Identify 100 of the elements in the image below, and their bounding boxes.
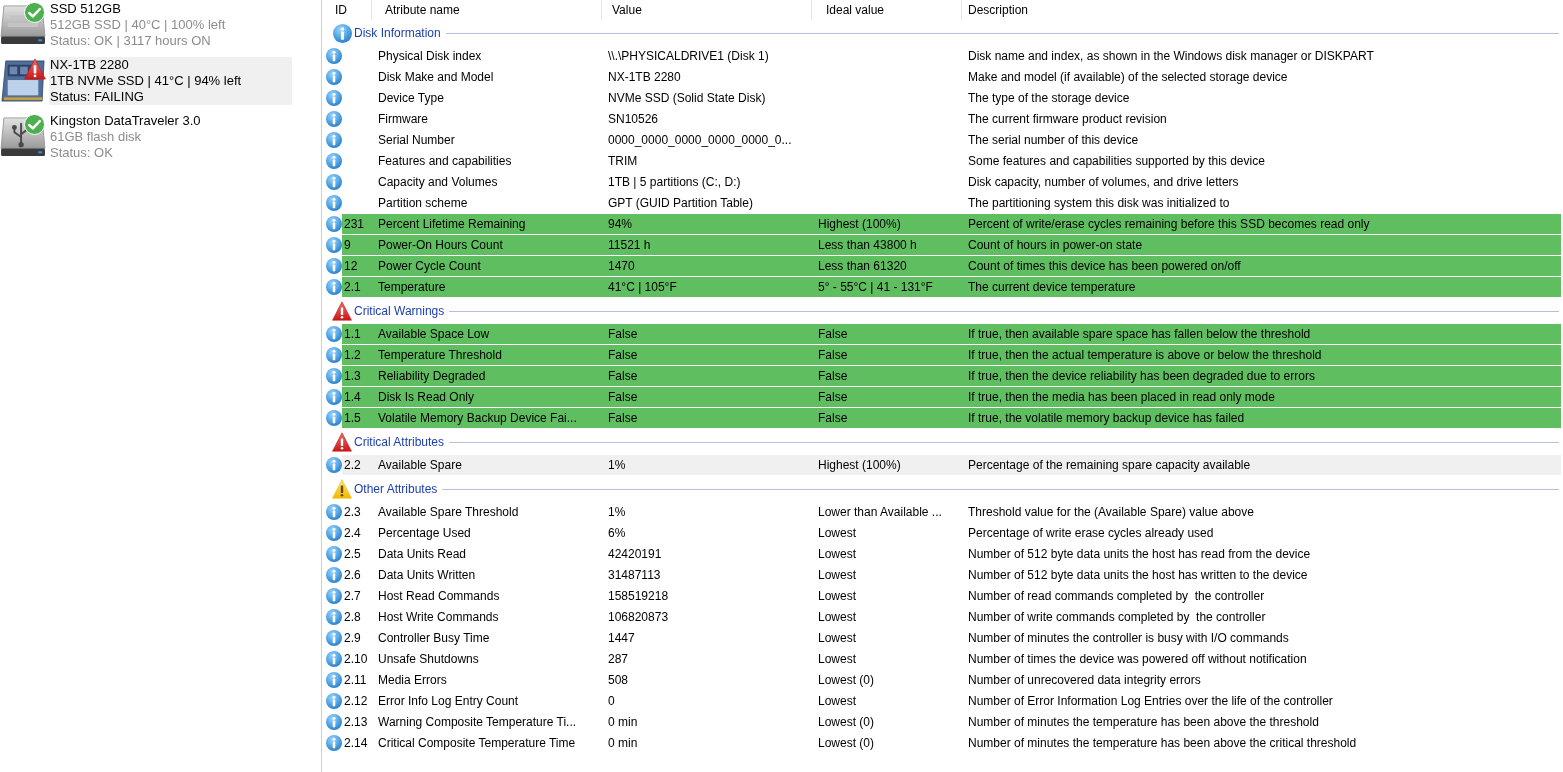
table-row[interactable]: 2.2 Available Spare 1% Highest (100%) Percentage of the remaining spare capacity available [342, 455, 1561, 475]
ideal-value-cell-text: Lowest [818, 651, 857, 668]
description-cell-text: The type of the storage device [968, 90, 1130, 107]
attribute-name-cell-text: Media Errors [378, 672, 447, 689]
column-header[interactable]: ID [322, 0, 372, 20]
id-cell-text: 2.9 [344, 630, 361, 647]
description-cell-text: Count of times this device has been powered on/off [968, 258, 1241, 275]
info-icon [326, 195, 342, 211]
description-cell-text: Number of minutes the temperature has been above the threshold [968, 714, 1319, 731]
attribute-name-cell-text: Available Spare [378, 457, 462, 474]
ideal-value-cell-text: Lower than Available ... [818, 504, 942, 521]
ideal-value-cell-text: Lowest [818, 525, 857, 542]
info-icon [326, 410, 342, 426]
info-icon [326, 389, 342, 405]
ideal-value-cell-text: False [818, 389, 848, 406]
info-icon [326, 457, 342, 473]
ideal-value-cell-text: Lowest [818, 567, 857, 584]
value-cell-text: 31487113 [608, 567, 661, 584]
warning-icon [332, 301, 352, 321]
info-icon [326, 588, 342, 604]
ideal-value-cell-text: Lowest [818, 588, 857, 605]
attribute-name-cell-text: Unsafe Shutdowns [378, 651, 479, 668]
description-cell-text: Number of minutes the temperature has been above the critical threshold [968, 735, 1357, 752]
info-icon [326, 651, 342, 667]
value-cell-text: 1470 [608, 258, 635, 275]
table-row[interactable]: 1.5 Volatile Memory Backup Device Fai... False False If true, the volatile memory backup device has failed [342, 408, 1561, 428]
info-icon [326, 735, 342, 751]
description-cell-text: Count of hours in power-on state [968, 237, 1143, 254]
id-cell-text: 1.4 [344, 389, 361, 406]
value-cell-text: 94% [608, 216, 633, 233]
value-cell-text: 158519218 [608, 588, 669, 605]
id-cell-text: 2.1 [344, 279, 361, 296]
info-icon [326, 174, 342, 190]
info-icon [326, 216, 342, 232]
id-cell-text: 2.11 [344, 672, 367, 689]
table-row[interactable]: 1.1 Available Space Low False False If true, then available spare space has fallen below the threshold [342, 324, 1561, 344]
table-row[interactable]: 12 Power Cycle Count 1470 Less than 61320 Count of times this device has been powered on/off [342, 256, 1561, 276]
id-cell-text: 2.12 [344, 693, 368, 710]
info-icon [326, 368, 342, 384]
id-cell-text: 12 [344, 258, 358, 275]
ideal-value-cell-text: Lowest [818, 693, 857, 710]
column-header[interactable]: Ideal value [812, 0, 962, 20]
ideal-value-cell-text: Lowest (0) [818, 672, 875, 689]
ideal-value-cell-text: Less than 43800 h [818, 237, 917, 254]
ideal-value-cell-text: 5° - 55°C | 41 - 131°F [818, 279, 933, 296]
id-cell-text: 2.8 [344, 609, 361, 626]
description-cell-text: If true, then the media has been placed in read only mode [968, 389, 1275, 406]
info-icon [326, 132, 342, 148]
id-cell-text: 9 [344, 237, 351, 254]
info-icon [326, 69, 342, 85]
value-cell-text: \\.\PHYSICALDRIVE1 (Disk 1) [608, 48, 769, 65]
column-header[interactable]: Atribute name [372, 0, 602, 20]
table-row[interactable]: 231 Percent Lifetime Remaining 94% Highest (100%) Percent of write/erase cycles remaining before this SSD becomes read only [342, 214, 1561, 234]
info-icon [326, 630, 342, 646]
table-row[interactable]: 1.2 Temperature Threshold False False If true, then the actual temperature is above or below the threshold [342, 345, 1561, 365]
info-icon [326, 326, 342, 342]
value-cell-text: False [608, 389, 638, 406]
table-row[interactable]: 2.1 Temperature 41°C | 105°F 5° - 55°C | 41 - 131°F The current device temperature [342, 277, 1561, 297]
value-cell-text: GPT (GUID Partition Table) [608, 195, 753, 212]
info-icon [332, 23, 352, 43]
info-icon [326, 672, 342, 688]
attribute-name-cell-text: Capacity and Volumes [378, 174, 498, 191]
info-icon [326, 347, 342, 363]
id-cell-text: 2.10 [344, 651, 368, 668]
value-cell-text: 508 [608, 672, 629, 689]
attribute-name-cell-text: Available Space Low [378, 326, 490, 343]
id-cell-text: 2.2 [344, 457, 361, 474]
table-row[interactable]: 9 Power-On Hours Count 11521 h Less than 43800 h Count of hours in power-on state [342, 235, 1561, 255]
ideal-value-cell-text: Lowest (0) [818, 735, 875, 752]
info-icon [326, 237, 342, 253]
column-header[interactable]: Value [602, 0, 812, 20]
info-icon [326, 567, 342, 583]
disk-item[interactable]: NX-1TB 2280 1TB NVMe SSD | 41°C | 94% left Status: FAILING [49, 57, 292, 105]
id-cell-text: 2.6 [344, 567, 361, 584]
info-icon [326, 258, 342, 274]
value-cell-text: 41°C | 105°F [608, 279, 677, 296]
description-cell-text: The current device temperature [968, 279, 1136, 296]
info-icon [326, 153, 342, 169]
disk-item[interactable]: SSD 512GB 512GB SSD | 40°C | 100% left Status: OK | 3117 hours ON [49, 1, 292, 49]
attribute-name-cell-text: Features and capabilities [378, 153, 512, 170]
id-cell-text: 1.1 [344, 326, 361, 343]
value-cell-text: 0 min [608, 714, 638, 731]
description-cell-text: The partitioning system this disk was initialized to [968, 195, 1230, 212]
table-row[interactable]: 1.4 Disk Is Read Only False False If true, then the media has been placed in read only mode [342, 387, 1561, 407]
table-row[interactable]: 1.3 Reliability Degraded False False If true, then the device reliability has been degraded due to errors [342, 366, 1561, 386]
attribute-name-cell-text: Physical Disk index [378, 48, 482, 65]
value-cell-text: False [608, 368, 638, 385]
value-cell-text: NX-1TB 2280 [608, 69, 681, 86]
disk-item[interactable]: Kingston DataTraveler 3.0 61GB flash disk Status: OK [49, 113, 292, 161]
column-header[interactable]: Description [962, 0, 1561, 20]
info-icon [326, 279, 342, 295]
description-cell-text: Percent of write/erase cycles remaining before this SSD becomes read only [968, 216, 1370, 233]
ideal-value-cell-text: False [818, 410, 848, 427]
ideal-value-cell-text: Highest (100%) [818, 457, 901, 474]
description-cell-text: If true, then the device reliability has been degraded due to errors [968, 368, 1315, 385]
attribute-name-cell-text: Power Cycle Count [378, 258, 481, 275]
value-cell-text: 287 [608, 651, 629, 668]
value-cell-text: 6% [608, 525, 626, 542]
value-cell-text: NVMe SSD (Solid State Disk) [608, 90, 766, 107]
warning-icon [332, 479, 352, 499]
